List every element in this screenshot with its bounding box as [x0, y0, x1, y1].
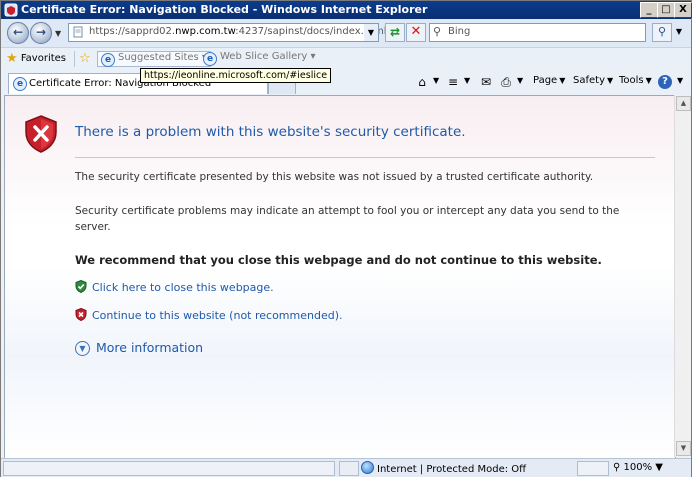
page-icon	[73, 26, 83, 38]
ie-icon: e	[101, 53, 115, 67]
address-field[interactable]: https://sapprd02.nwp.com.tw:4237/sapinst…	[68, 23, 387, 42]
certificate-issuer-message: The security certificate presented by th…	[75, 171, 594, 183]
red-shield-icon	[75, 308, 87, 321]
continue-link-text[interactable]: Continue to this website (not recommende…	[92, 309, 343, 322]
window-title: Certificate Error: Navigation Blocked - …	[21, 3, 428, 16]
url-host: nwp.com.tw	[175, 26, 236, 37]
add-to-favorites-icon[interactable]: ☆	[79, 51, 91, 66]
help-icon[interactable]: ?	[658, 75, 672, 89]
print-icon[interactable]: ⎙	[498, 74, 514, 90]
help-dropdown-icon[interactable]: ▼	[675, 75, 683, 91]
continue-to-website-link[interactable]: Continue to this website (not recommende…	[75, 308, 343, 322]
minimize-button[interactable]: _	[640, 2, 658, 18]
certificate-error-icon	[4, 3, 18, 17]
vertical-scrollbar[interactable]: ▲ ▼	[674, 95, 691, 457]
search-options-dropdown-icon[interactable]: ▼	[673, 23, 685, 40]
ie-icon: e	[13, 77, 27, 91]
forward-button[interactable]: →	[30, 22, 52, 44]
url-prefix: https://sapprd02.	[89, 26, 176, 37]
suggested-sites-button[interactable]: e Suggested Sites ▾	[97, 51, 211, 67]
divider	[75, 157, 655, 158]
recent-pages-dropdown-icon[interactable]: ▼	[55, 29, 61, 38]
tools-menu[interactable]: Tools ▼	[619, 75, 652, 91]
status-text-area	[3, 461, 335, 476]
suggested-sites-label: Suggested Sites ▾	[118, 52, 207, 63]
more-information-toggle[interactable]: ▼ More information	[75, 340, 203, 356]
search-input[interactable]: Bing	[448, 26, 470, 37]
chevron-down-icon: ▼	[645, 76, 652, 85]
scroll-down-icon[interactable]: ▼	[676, 441, 691, 456]
close-webpage-link-text[interactable]: Click here to close this webpage.	[92, 281, 274, 294]
favorites-label: Favorites	[20, 53, 67, 64]
favorites-button[interactable]: ★ Favorites	[6, 51, 66, 67]
safety-menu[interactable]: Safety ▼	[573, 75, 613, 91]
page-menu[interactable]: Page ▼	[533, 75, 565, 91]
close-window-button[interactable]: X	[674, 2, 692, 18]
refresh-button[interactable]: ⇄	[385, 23, 405, 42]
green-shield-icon	[75, 280, 87, 293]
security-zone[interactable]: Internet | Protected Mode: Off	[361, 461, 527, 475]
safety-menu-label: Safety	[573, 75, 605, 86]
web-slice-gallery-button[interactable]: e Web Slice Gallery ▾	[203, 51, 316, 67]
ie-icon: e	[203, 52, 217, 66]
search-box[interactable]: ⚲ Bing	[429, 23, 646, 42]
more-information-label[interactable]: More information	[96, 340, 203, 355]
favorites-bar: ★ Favorites ☆ e Suggested Sites ▾ e Web Sl…	[1, 47, 691, 70]
home-icon[interactable]: ⌂	[414, 74, 430, 90]
compatibility-icon[interactable]	[339, 461, 359, 476]
tooltip: https://ieonline.microsoft.com/#ieslice	[140, 68, 332, 83]
back-arrow-icon: ←	[12, 25, 24, 39]
search-button[interactable]: ⚲	[652, 23, 672, 42]
settings-dropdown-icon[interactable]	[577, 461, 609, 476]
scroll-up-icon[interactable]: ▲	[676, 96, 691, 111]
browser-window: Certificate Error: Navigation Blocked - …	[0, 0, 692, 477]
internet-globe-icon	[361, 461, 374, 474]
error-page: There is a problem with this website's s…	[4, 95, 676, 459]
web-slice-gallery-label: Web Slice Gallery ▾	[220, 51, 316, 62]
page-title: There is a problem with this website's s…	[75, 124, 466, 140]
read-mail-icon[interactable]: ✉	[478, 74, 494, 90]
chevron-down-icon: ▼	[559, 76, 566, 85]
address-url[interactable]: https://sapprd02.nwp.com.tw:4237/sapinst…	[89, 26, 387, 37]
expand-chevron-icon: ▼	[75, 341, 90, 356]
feeds-dropdown-icon[interactable]: ▼	[462, 75, 470, 91]
divider	[74, 51, 75, 67]
forward-arrow-icon: →	[35, 25, 47, 39]
status-bar: Internet | Protected Mode: Off ⚲ 100% ▼	[1, 458, 691, 477]
feeds-icon[interactable]: ≡	[445, 74, 461, 90]
stop-button[interactable]: ✕	[406, 23, 426, 42]
search-provider-icon: ⚲	[433, 25, 442, 38]
error-shield-icon	[25, 115, 57, 153]
title-bar[interactable]: Certificate Error: Navigation Blocked - …	[1, 1, 692, 19]
close-webpage-link[interactable]: Click here to close this webpage.	[75, 280, 274, 294]
favorites-star-icon: ★	[6, 51, 18, 66]
page-menu-label: Page	[533, 75, 558, 86]
zone-label: Internet | Protected Mode: Off	[377, 464, 527, 475]
back-button[interactable]: ←	[7, 22, 29, 44]
address-toolbar: ← → ▼ https://sapprd02.nwp.com.tw:4237/s…	[1, 19, 691, 47]
address-dropdown-icon[interactable]: ▼	[364, 23, 379, 42]
recommendation-text: We recommend that you close this webpage…	[75, 253, 602, 267]
zoom-level[interactable]: ⚲ 100% ▼	[613, 462, 663, 473]
home-dropdown-icon[interactable]: ▼	[431, 75, 439, 91]
security-warning-message: Security certificate problems may indica…	[75, 205, 620, 233]
print-dropdown-icon[interactable]: ▼	[515, 75, 523, 91]
tools-menu-label: Tools	[619, 75, 644, 86]
maximize-button[interactable]: □	[657, 2, 675, 18]
zoom-icon: ⚲	[613, 462, 624, 473]
zoom-label: 100%	[623, 462, 653, 473]
chevron-down-icon: ▼	[607, 76, 614, 85]
